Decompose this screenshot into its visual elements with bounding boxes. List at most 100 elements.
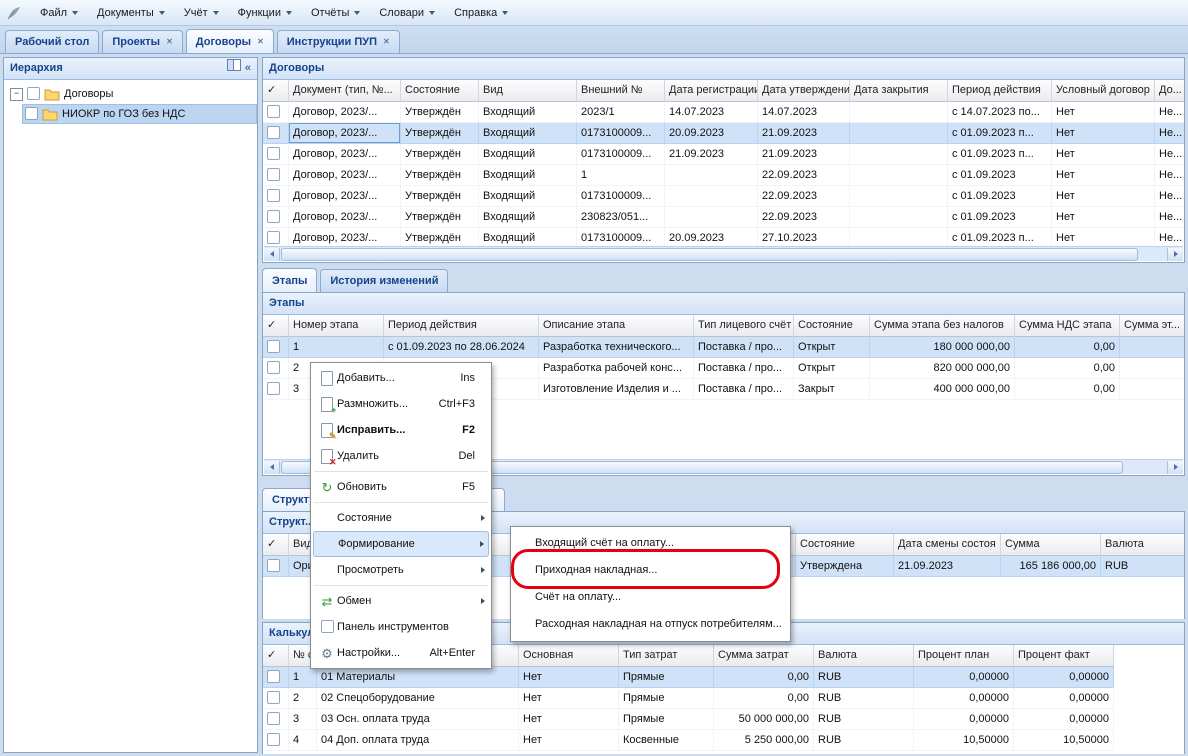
columns-icon[interactable] [227, 58, 241, 79]
tree-node-contracts[interactable]: − Договоры [4, 84, 257, 104]
cell-kind[interactable]: Входящий [479, 102, 577, 123]
cell-amount[interactable]: 165 186 000,00 [1001, 556, 1101, 577]
cell-period[interactable]: с 01.09.2023 [948, 165, 1052, 186]
cell-state[interactable]: Открыт [794, 337, 870, 358]
cell-check[interactable] [263, 379, 289, 400]
cell-closed[interactable] [850, 186, 948, 207]
row-checkbox[interactable] [267, 105, 280, 118]
cell-kind[interactable]: Входящий [479, 186, 577, 207]
row-checkbox[interactable] [267, 168, 280, 181]
cell-check[interactable] [263, 186, 289, 207]
row-checkbox[interactable] [267, 147, 280, 160]
cell-cond[interactable]: Нет [1052, 186, 1155, 207]
cell-amount[interactable]: 180 000 000,00 [870, 337, 1015, 358]
cell-kind[interactable]: Входящий [479, 165, 577, 186]
col-reg-date[interactable]: Дата регистрации [665, 80, 758, 102]
cell-acct[interactable]: Поставка / про... [694, 337, 794, 358]
cell-main[interactable]: Нет [519, 667, 619, 688]
cell-cond[interactable]: Нет [1052, 165, 1155, 186]
cell-num[interactable]: 1 [289, 337, 384, 358]
cell-more[interactable]: Не... [1155, 207, 1184, 228]
cell-state[interactable]: Утверждён [401, 102, 479, 123]
menu-reports[interactable]: Отчёты [302, 4, 369, 22]
cell-doc[interactable]: Договор, 2023/... [289, 123, 401, 144]
calc-row-selected[interactable]: 1 01 Материалы Нет Прямые 0,00 RUB 0,000… [263, 667, 1114, 688]
cell-period[interactable]: с 14.07.2023 по... [948, 102, 1052, 123]
tree-node-niokr[interactable]: НИОКР по ГОЗ без НДС [22, 104, 257, 124]
scroll-left-button[interactable] [264, 461, 280, 474]
col-period[interactable]: Период действия [384, 315, 539, 337]
col-doc[interactable]: Документ (тип, №... [289, 80, 401, 102]
cell-ctype[interactable]: Косвенные [619, 730, 714, 751]
cell-vat[interactable]: 0,00 [1015, 358, 1120, 379]
cell-cond[interactable]: Нет [1052, 144, 1155, 165]
cell-check[interactable] [263, 207, 289, 228]
cell-closed[interactable] [850, 144, 948, 165]
cell-kind[interactable]: Входящий [479, 207, 577, 228]
cell-amount[interactable]: 0,00 [714, 667, 814, 688]
col-ext-number[interactable]: Внешний № [577, 80, 665, 102]
cell-check[interactable] [263, 556, 289, 577]
col-description[interactable]: Описание этапа [539, 315, 694, 337]
cell-amount[interactable]: 820 000 000,00 [870, 358, 1015, 379]
cell-appr[interactable]: 21.09.2023 [758, 144, 850, 165]
contract-row[interactable]: Договор, 2023/... Утверждён Входящий 230… [263, 207, 1184, 228]
tab-stages[interactable]: Этапы [262, 268, 317, 292]
cell-check[interactable] [263, 123, 289, 144]
col-more[interactable]: До... [1155, 80, 1184, 102]
cell-main[interactable]: Нет [519, 688, 619, 709]
cell-reg[interactable]: 21.09.2023 [665, 144, 758, 165]
collapse-panel-icon[interactable]: « [245, 58, 251, 79]
cell-currency[interactable]: RUB [814, 709, 914, 730]
row-checkbox[interactable] [267, 361, 280, 374]
cell-num[interactable]: 4 [289, 730, 317, 751]
context-item-refresh[interactable]: ↻ Обновить F5 [313, 474, 489, 500]
cell-vat[interactable]: 0,00 [1015, 379, 1120, 400]
cell-num[interactable]: 3 [289, 709, 317, 730]
menu-dictionaries[interactable]: Словари [370, 4, 444, 22]
cell-amount[interactable]: 50 000 000,00 [714, 709, 814, 730]
col-state[interactable]: Состояние [796, 534, 894, 556]
row-checkbox[interactable] [267, 210, 280, 223]
col-check[interactable]: ✓ [263, 645, 289, 667]
cell-acct[interactable]: Поставка / про... [694, 379, 794, 400]
col-check[interactable]: ✓ [263, 315, 289, 337]
tab-desktop[interactable]: Рабочий стол [5, 30, 99, 53]
cell-period[interactable]: с 01.09.2023 п... [948, 123, 1052, 144]
row-checkbox[interactable] [267, 340, 280, 353]
menu-help[interactable]: Справка [445, 4, 517, 22]
col-currency[interactable]: Валюта [1101, 534, 1184, 556]
context-item-formation[interactable]: Формирование [313, 531, 489, 557]
col-period[interactable]: Период действия [948, 80, 1052, 102]
col-vat-amount[interactable]: Сумма НДС этапа [1015, 315, 1120, 337]
col-state-change-date[interactable]: Дата смены состоя [894, 534, 1001, 556]
cell-appr[interactable]: 22.09.2023 [758, 207, 850, 228]
col-amount-cut[interactable]: Сумма эт... [1120, 315, 1184, 337]
row-checkbox[interactable] [267, 691, 280, 704]
cell-reg[interactable] [665, 186, 758, 207]
cell-doc[interactable]: Договор, 2023/... [289, 165, 401, 186]
col-close-date[interactable]: Дата закрытия [850, 80, 948, 102]
cell-state[interactable]: Утверждён [401, 165, 479, 186]
tree-checkbox[interactable] [27, 87, 40, 100]
context-item-duplicate[interactable]: + Размножить... Ctrl+F3 [313, 391, 489, 417]
context-item-settings[interactable]: ⚙ Настройки... Alt+Enter [313, 640, 489, 666]
cell-date[interactable]: 21.09.2023 [894, 556, 1001, 577]
cell-closed[interactable] [850, 102, 948, 123]
cell-reg[interactable]: 14.07.2023 [665, 102, 758, 123]
cell-check[interactable] [263, 358, 289, 379]
cell-ext[interactable]: 1 [577, 165, 665, 186]
stage-row-selected[interactable]: 1 с 01.09.2023 по 28.06.2024 Разработка … [263, 337, 1184, 358]
tab-pup-instructions[interactable]: Инструкции ПУП✕ [277, 30, 400, 53]
tab-change-history[interactable]: История изменений [320, 269, 448, 292]
cell-more[interactable]: Не... [1155, 165, 1184, 186]
close-icon[interactable]: ✕ [257, 38, 264, 46]
cell-desc[interactable]: Изготовление Изделия и ... [539, 379, 694, 400]
cell-ctype[interactable]: Прямые [619, 709, 714, 730]
cell-currency[interactable]: RUB [814, 667, 914, 688]
cell-amount-cut[interactable] [1120, 358, 1184, 379]
context-item-add[interactable]: Добавить... Ins [313, 365, 489, 391]
cell-main[interactable]: Нет [519, 730, 619, 751]
context-item-edit[interactable]: ✎ Исправить... F2 [313, 417, 489, 443]
close-icon[interactable]: ✕ [383, 38, 390, 46]
